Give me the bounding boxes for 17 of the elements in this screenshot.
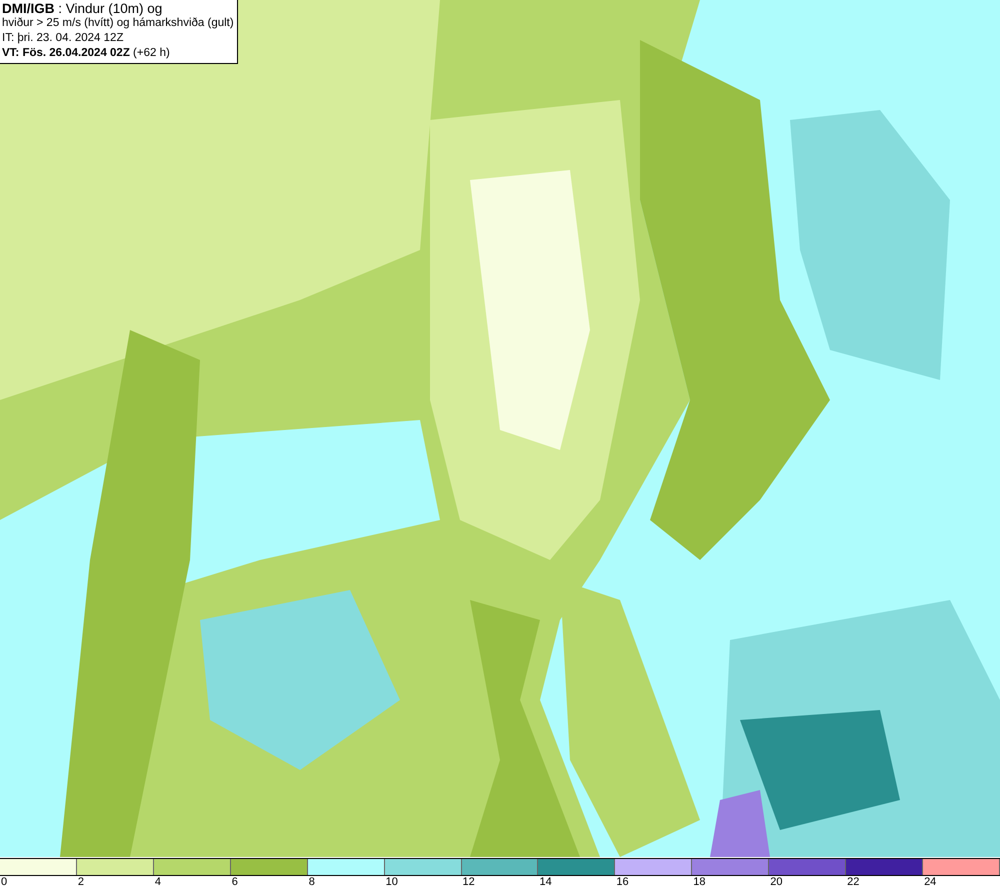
title-line: DMI/IGB : Vindur (10m) og [2, 1, 164, 16]
legend-label: 14 [539, 876, 552, 887]
title-line: hviður > 25 m/s (hvítt) og hámarkshviða (gult) [2, 16, 234, 31]
legend-label: 10 [386, 876, 398, 887]
legend-label: 0 [1, 876, 8, 887]
legend-label: 8 [308, 876, 315, 887]
legend-label: 20 [770, 876, 782, 887]
legend-label: 24 [924, 876, 936, 887]
legend-label: 6 [232, 876, 238, 887]
legend-label: 2 [78, 876, 84, 887]
legend-label: 18 [693, 876, 706, 887]
legend-label: 12 [462, 876, 475, 887]
title-line: VT: Fös. 26.04.2024 02Z (+62 h) [2, 46, 171, 61]
legend-label: 4 [154, 876, 161, 887]
title-line: IT: þri. 23. 04. 2024 12Z [2, 31, 124, 46]
legend-label: 22 [847, 876, 860, 887]
legend-label: 16 [616, 876, 629, 887]
